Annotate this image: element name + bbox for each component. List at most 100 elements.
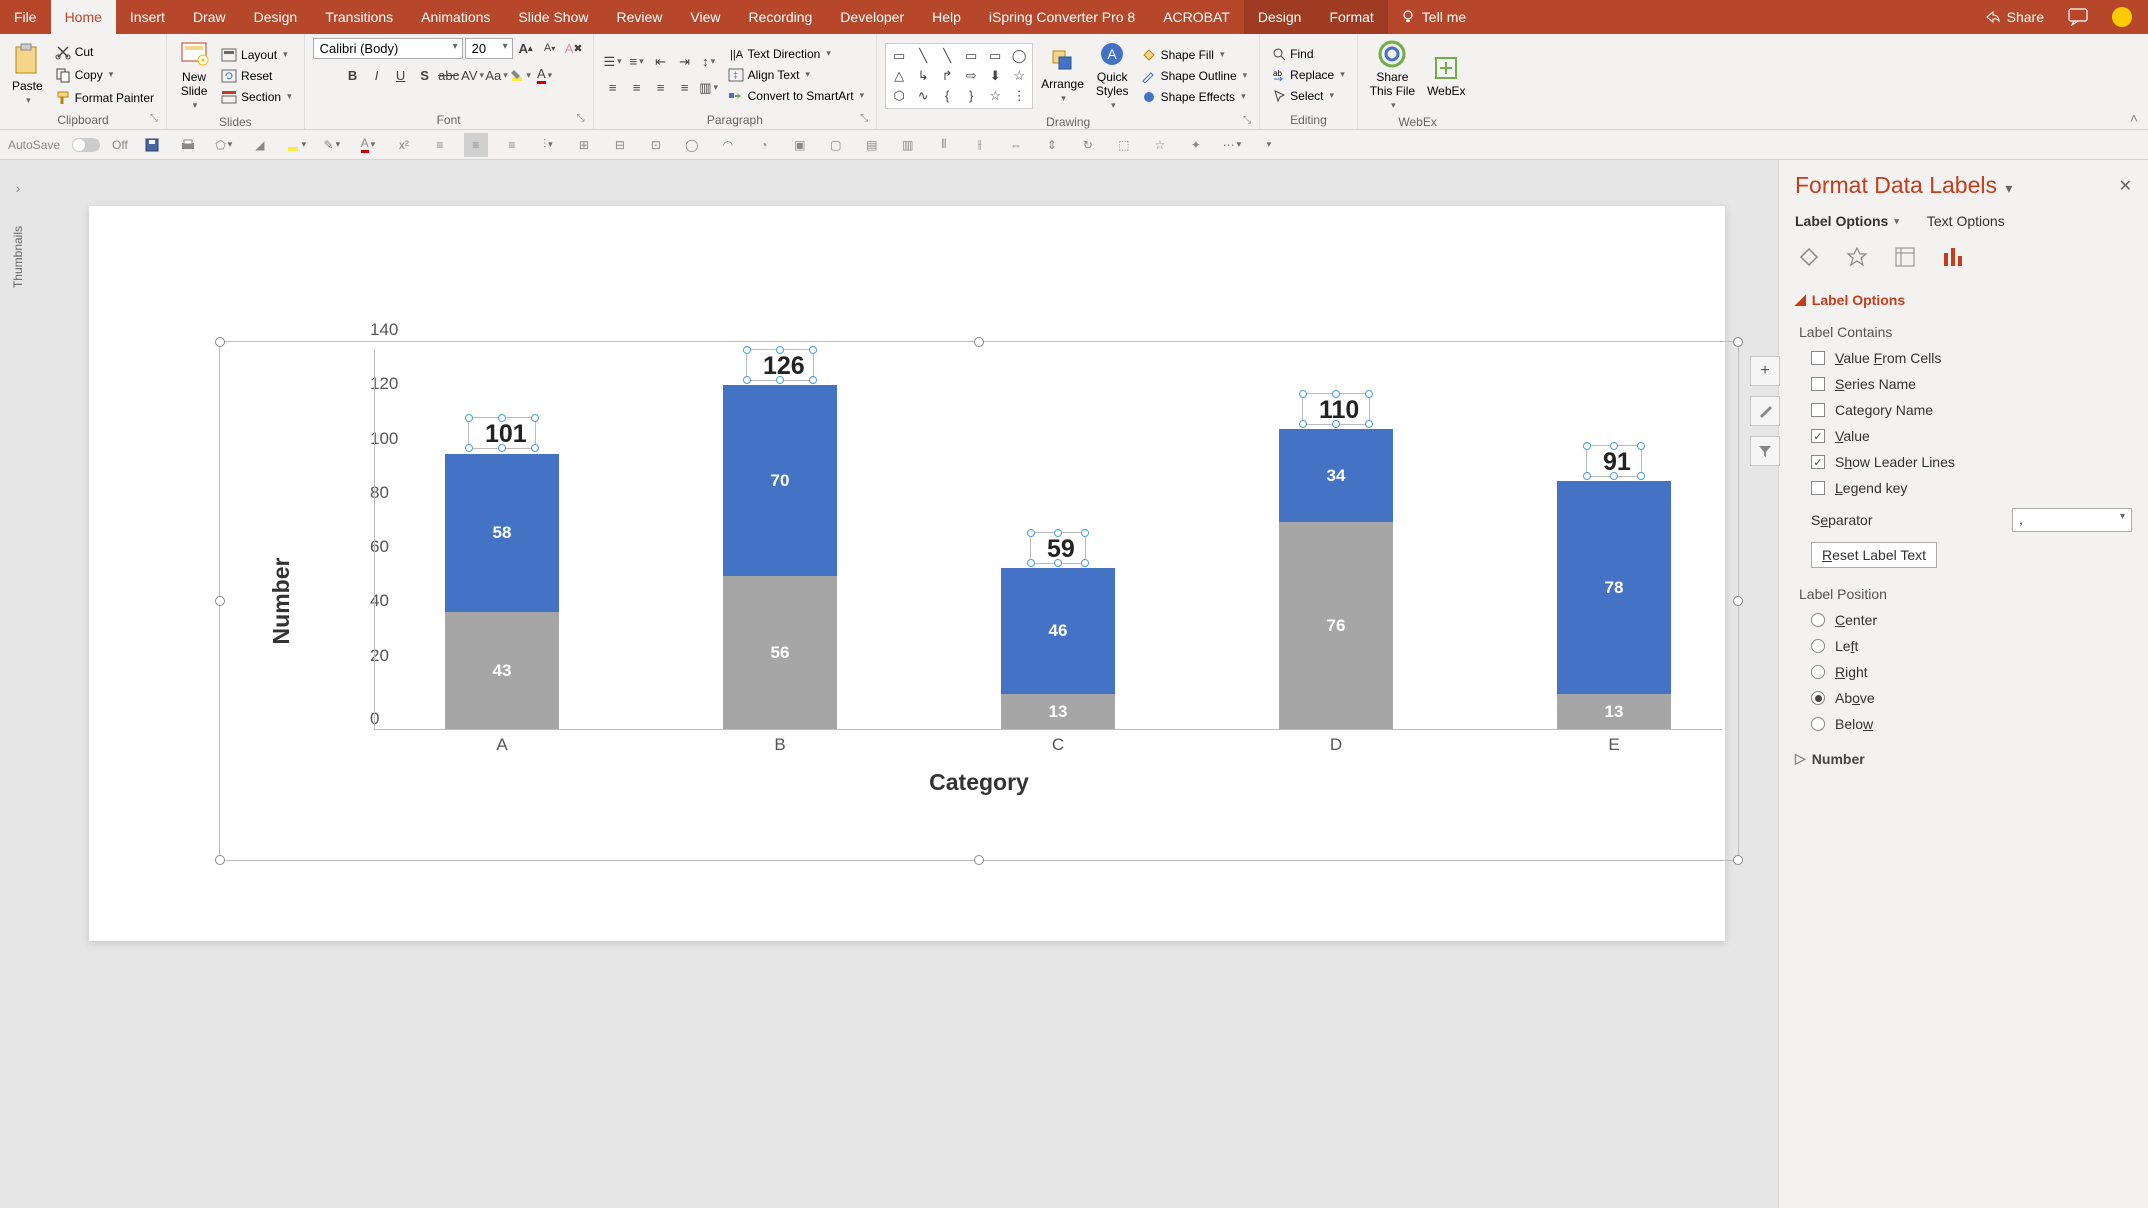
char-spacing-button[interactable]: AV▾	[462, 65, 484, 85]
tab-developer[interactable]: Developer	[826, 0, 918, 34]
ungroup-button[interactable]: ⊟	[608, 133, 632, 157]
more2-button[interactable]: ▾	[1256, 133, 1280, 157]
chart-object[interactable]: Number Category 0 20 40 60 80 100 120 14…	[219, 341, 1739, 861]
bring-front-button[interactable]: ▣	[788, 133, 812, 157]
align-c2[interactable]: ≡	[464, 133, 488, 157]
strikethrough-button[interactable]: abc	[438, 65, 460, 85]
tab-animations[interactable]: Animations	[407, 0, 504, 34]
shadow-button[interactable]: S	[414, 65, 436, 85]
shape-fill-button[interactable]: Shape Fill▾	[1137, 46, 1252, 64]
chart-filters-button[interactable]	[1750, 436, 1780, 466]
collapse-ribbon-button[interactable]: ˄	[2130, 110, 2138, 126]
columns-button[interactable]: ▥▾	[698, 78, 720, 98]
grow-font-button[interactable]: A▴	[515, 38, 537, 58]
print-button[interactable]	[176, 133, 200, 157]
bar-c-s2[interactable]: 46	[1001, 568, 1115, 694]
tell-me-search[interactable]: Tell me	[1400, 0, 1466, 34]
underline-button[interactable]: U	[390, 65, 412, 85]
font-size-combo[interactable]: 20	[465, 38, 513, 59]
tab-file[interactable]: File	[0, 0, 51, 34]
arrange-button[interactable]: Arrange▾	[1037, 45, 1088, 106]
tab-home[interactable]: Home	[51, 0, 116, 34]
label-options-section[interactable]: ◢Label Options	[1795, 291, 2132, 308]
leader-lines-check[interactable]: ✓Show Leader Lines	[1795, 454, 2132, 470]
feedback-smiley-icon[interactable]	[2112, 7, 2132, 27]
tab-view[interactable]: View	[676, 0, 734, 34]
bar-c-s1[interactable]: 13	[1001, 694, 1115, 729]
pen-button[interactable]: ✎▾	[320, 133, 344, 157]
layout-button[interactable]: Layout▾	[217, 46, 296, 64]
highlight-button[interactable]: ▾	[510, 65, 532, 85]
comments-icon[interactable]	[2068, 8, 2088, 26]
quick-styles-button[interactable]: AQuick Styles▾	[1092, 38, 1133, 113]
increase-indent-button[interactable]: ⇥	[674, 52, 696, 72]
star-button[interactable]: ☆	[1148, 133, 1172, 157]
align-text-button[interactable]: ‡Align Text▾	[724, 66, 869, 84]
send-back-button[interactable]: ▢	[824, 133, 848, 157]
arc-button[interactable]: ◠	[716, 133, 740, 157]
font-color-button[interactable]: A▾	[534, 65, 556, 85]
series-name-check[interactable]: Series Name	[1795, 376, 2132, 392]
total-label-d[interactable]: 110	[1302, 393, 1370, 425]
rotate-button[interactable]: ↻	[1076, 133, 1100, 157]
numbering-button[interactable]: ≡▾	[626, 52, 648, 72]
tab-review[interactable]: Review	[602, 0, 676, 34]
expand-thumbnails-button[interactable]: ›	[16, 180, 21, 196]
paste-button[interactable]: Paste▾	[8, 41, 47, 108]
align-right-button[interactable]: ≡	[650, 78, 672, 98]
copy-button[interactable]: Copy▾	[51, 65, 158, 85]
font-name-combo[interactable]: Calibri (Body)	[313, 38, 463, 59]
tab-recording[interactable]: Recording	[734, 0, 826, 34]
align-objs2-button[interactable]: ⫲	[968, 133, 992, 157]
size-props-icon[interactable]	[1891, 243, 1919, 271]
category-name-check[interactable]: Category Name	[1795, 402, 2132, 418]
dist-v-button[interactable]: ⇕	[1040, 133, 1064, 157]
number-section[interactable]: ▷Number	[1795, 750, 2132, 767]
text-direction-button[interactable]: ||AText Direction▾	[724, 45, 869, 63]
highlight2-button[interactable]: ▾	[284, 133, 308, 157]
tab-slideshow[interactable]: Slide Show	[504, 0, 602, 34]
pos-center-radio[interactable]: Center	[1795, 612, 2132, 628]
crop-button[interactable]: ⬚	[1112, 133, 1136, 157]
bar-a-s1[interactable]: 43	[445, 612, 559, 729]
value-check[interactable]: ✓Value	[1795, 428, 2132, 444]
find-button[interactable]: Find	[1268, 45, 1349, 63]
superscript-button[interactable]: x²	[392, 133, 416, 157]
dialog-launcher-icon[interactable]: ⤡	[150, 113, 158, 124]
tab-insert[interactable]: Insert	[116, 0, 179, 34]
italic-button[interactable]: I	[366, 65, 388, 85]
font-color2-button[interactable]: A▾	[356, 133, 380, 157]
select-button[interactable]: Select▾	[1268, 87, 1349, 105]
section-button[interactable]: Section▾	[217, 88, 296, 106]
save-button[interactable]	[140, 133, 164, 157]
cut-button[interactable]: Cut	[51, 42, 158, 62]
bar-b-s1[interactable]: 56	[723, 576, 837, 729]
pos-above-radio[interactable]: Above	[1795, 690, 2132, 706]
justify-button[interactable]: ≡	[674, 78, 696, 98]
legend-key-check[interactable]: Legend key	[1795, 480, 2132, 496]
tab-chart-design[interactable]: Design	[1244, 0, 1316, 34]
shrink-font-button[interactable]: A▾	[539, 38, 561, 58]
bar-a-s2[interactable]: 58	[445, 454, 559, 612]
replace-button[interactable]: abReplace▾	[1268, 66, 1349, 84]
regroup-button[interactable]: ⊡	[644, 133, 668, 157]
tab-draw[interactable]: Draw	[179, 0, 240, 34]
chart-styles-button[interactable]	[1750, 396, 1780, 426]
bold-button[interactable]: B	[342, 65, 364, 85]
slide-canvas[interactable]: Number Category 0 20 40 60 80 100 120 14…	[89, 206, 1725, 941]
shape-format-button[interactable]: ⬠▾	[212, 133, 236, 157]
oval-button[interactable]: ◯	[680, 133, 704, 157]
sparkle-button[interactable]: ✦	[1184, 133, 1208, 157]
tab-help[interactable]: Help	[918, 0, 975, 34]
shape-effects-button[interactable]: Shape Effects▾	[1137, 88, 1252, 106]
text-options-tab[interactable]: Text Options	[1927, 213, 2005, 229]
new-slide-button[interactable]: ✦ New Slide▾	[175, 38, 213, 113]
pos-below-radio[interactable]: Below	[1795, 716, 2132, 732]
bring-fwd-button[interactable]: ▤	[860, 133, 884, 157]
close-pane-button[interactable]: ✕	[2119, 176, 2132, 196]
shape-outline-button[interactable]: Shape Outline▾	[1137, 67, 1252, 85]
smartart-button[interactable]: Convert to SmartArt▾	[724, 87, 869, 105]
reset-button[interactable]: Reset	[217, 67, 296, 85]
tab-design[interactable]: Design	[240, 0, 312, 34]
dialog-launcher-icon[interactable]: ⤡	[577, 113, 585, 124]
